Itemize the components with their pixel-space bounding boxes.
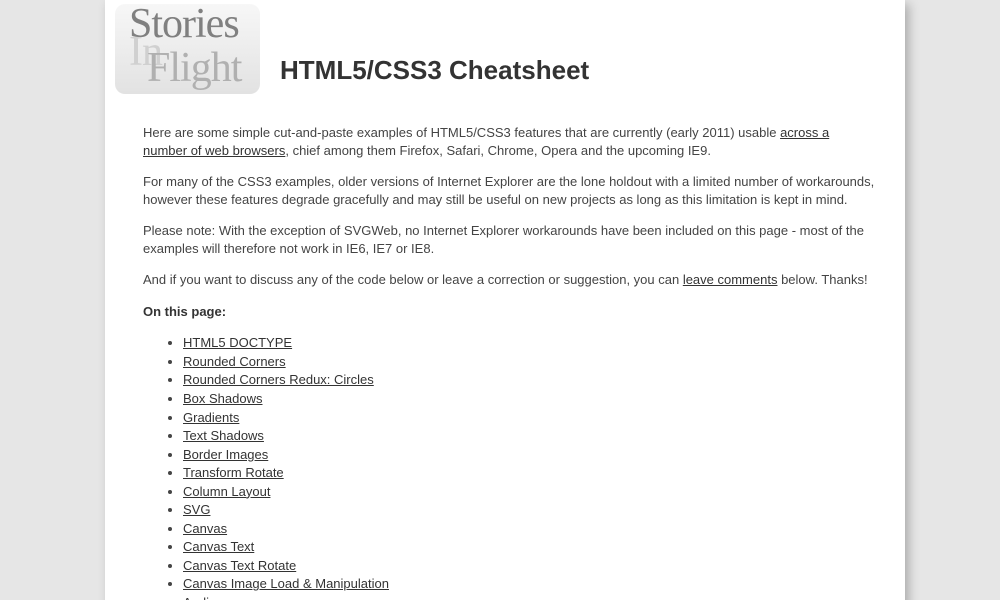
content: Here are some simple cut-and-paste examp… — [105, 94, 905, 600]
intro-paragraph-2: For many of the CSS3 examples, older ver… — [143, 173, 875, 208]
toc-heading-text: On this page: — [143, 304, 226, 319]
toc-item: Canvas Text — [183, 538, 875, 556]
text: Here are some simple cut-and-paste examp… — [143, 125, 780, 140]
intro-paragraph-1: Here are some simple cut-and-paste examp… — [143, 124, 875, 159]
toc-item: Transform Rotate — [183, 464, 875, 482]
page-title: HTML5/CSS3 Cheatsheet — [280, 55, 589, 86]
toc-link[interactable]: Canvas Text Rotate — [183, 558, 296, 573]
toc-item: SVG — [183, 501, 875, 519]
toc-item: Canvas Image Load & Manipulation — [183, 575, 875, 593]
toc-item: Canvas — [183, 520, 875, 538]
toc-link[interactable]: Box Shadows — [183, 391, 263, 406]
leave-comments-link[interactable]: leave comments — [683, 272, 778, 287]
toc-link[interactable]: Border Images — [183, 447, 268, 462]
toc-link[interactable]: Transform Rotate — [183, 465, 284, 480]
text: And if you want to discuss any of the co… — [143, 272, 683, 287]
toc-item: Rounded Corners — [183, 353, 875, 371]
toc-item: Box Shadows — [183, 390, 875, 408]
logo-text-3: Flight — [147, 44, 241, 92]
toc-heading: On this page: — [143, 303, 875, 321]
text: below. Thanks! — [777, 272, 867, 287]
toc-item: Border Images — [183, 446, 875, 464]
toc-link[interactable]: Text Shadows — [183, 428, 264, 443]
page-card: Stories In Flight HTML5/CSS3 Cheatsheet … — [105, 0, 905, 600]
toc-item: Canvas Text Rotate — [183, 557, 875, 575]
text: , chief among them Firefox, Safari, Chro… — [285, 143, 711, 158]
toc-item: Audio — [183, 594, 875, 600]
site-logo[interactable]: Stories In Flight — [115, 4, 260, 94]
intro-paragraph-4: And if you want to discuss any of the co… — [143, 271, 875, 289]
toc-link[interactable]: Canvas — [183, 521, 227, 536]
intro-paragraph-3: Please note: With the exception of SVGWe… — [143, 222, 875, 257]
toc-link[interactable]: Canvas Text — [183, 539, 254, 554]
toc-item: Column Layout — [183, 483, 875, 501]
toc-link[interactable]: Gradients — [183, 410, 239, 425]
toc-list: HTML5 DOCTYPE Rounded Corners Rounded Co… — [163, 334, 875, 600]
toc-item: HTML5 DOCTYPE — [183, 334, 875, 352]
toc-link[interactable]: Column Layout — [183, 484, 270, 499]
header: Stories In Flight HTML5/CSS3 Cheatsheet — [105, 0, 905, 94]
toc-link[interactable]: Rounded Corners — [183, 354, 286, 369]
toc-link[interactable]: Rounded Corners Redux: Circles — [183, 372, 374, 387]
toc-item: Text Shadows — [183, 427, 875, 445]
toc-link[interactable]: Canvas Image Load & Manipulation — [183, 576, 389, 591]
toc-link[interactable]: SVG — [183, 502, 210, 517]
toc-link[interactable]: HTML5 DOCTYPE — [183, 335, 292, 350]
toc-item: Gradients — [183, 409, 875, 427]
toc-item: Rounded Corners Redux: Circles — [183, 371, 875, 389]
toc-link[interactable]: Audio — [183, 595, 216, 600]
